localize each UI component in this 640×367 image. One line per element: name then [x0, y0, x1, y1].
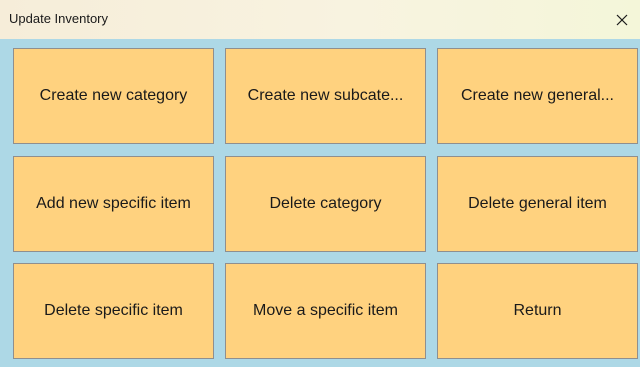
delete-general-item-button[interactable]: Delete general item	[437, 156, 638, 252]
update-inventory-window: Update Inventory Create new category Cre…	[0, 0, 640, 367]
close-button[interactable]	[604, 0, 640, 39]
move-specific-item-button[interactable]: Move a specific item	[225, 263, 426, 359]
delete-specific-item-button[interactable]: Delete specific item	[13, 263, 214, 359]
title-bar[interactable]: Update Inventory	[0, 0, 640, 39]
window-title: Update Inventory	[9, 11, 109, 26]
return-button[interactable]: Return	[437, 263, 638, 359]
create-new-category-button[interactable]: Create new category	[13, 48, 214, 144]
create-new-subcategory-button[interactable]: Create new subcate...	[225, 48, 426, 144]
create-new-general-button[interactable]: Create new general...	[437, 48, 638, 144]
add-new-specific-item-button[interactable]: Add new specific item	[13, 156, 214, 252]
button-panel: Create new category Create new subcate..…	[0, 39, 640, 367]
delete-category-button[interactable]: Delete category	[225, 156, 426, 252]
close-icon	[616, 14, 628, 25]
